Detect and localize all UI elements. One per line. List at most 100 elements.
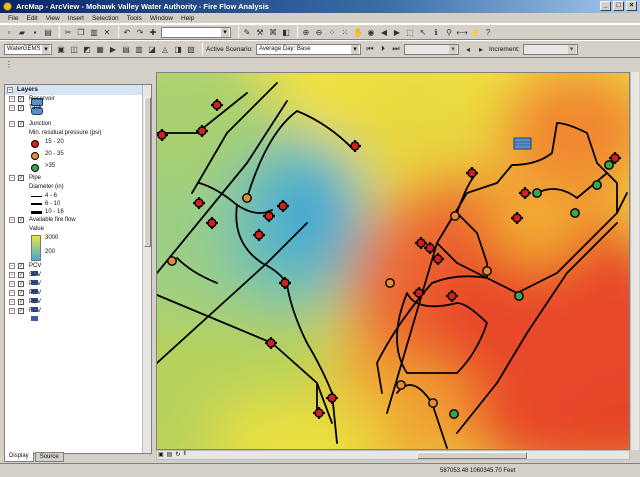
arctoolbox-icon[interactable]: ⚒ [255, 27, 265, 37]
collapse-icon[interactable]: − [9, 217, 15, 223]
profile-icon[interactable]: ◬ [160, 44, 170, 54]
toc-item-tank[interactable]: − ✓ Tank [5, 104, 151, 120]
hyperlink-icon[interactable]: ⚡ [470, 27, 480, 37]
drag-handle-icon[interactable]: ⋮ [4, 59, 14, 69]
redo-icon[interactable]: ↷ [135, 27, 145, 37]
add-data-icon[interactable]: ✚ [148, 27, 158, 37]
toc-item-available-fire-flow[interactable]: − ✓ Available fire flow [5, 216, 151, 225]
play-icon[interactable]: ⏵ [378, 44, 388, 54]
fixed-zoom-out-icon[interactable]: ⁙ [340, 27, 350, 37]
alternatives-icon[interactable]: ◩ [82, 44, 92, 54]
new-document-icon[interactable]: ▫ [4, 27, 14, 37]
collapse-icon[interactable]: − [9, 175, 15, 181]
flextables-icon[interactable]: ▥ [134, 44, 144, 54]
model-builder-icon[interactable]: ◧ [281, 27, 291, 37]
junction-node[interactable] [428, 398, 438, 408]
layer-visibility-checkbox[interactable]: ✓ [18, 290, 24, 296]
layer-visibility-checkbox[interactable]: ✓ [18, 299, 24, 305]
toc-item-prv[interactable]: − ✓ PRV [5, 289, 151, 303]
menu-tools[interactable]: Tools [123, 13, 146, 24]
junction-node[interactable] [592, 180, 602, 190]
toc-item-fcv[interactable]: − ✓ FCV [5, 307, 151, 321]
step-back-icon[interactable]: ◂ [463, 44, 473, 54]
collapse-icon[interactable]: − [9, 272, 15, 278]
watergems-properties-icon[interactable]: ▣ [56, 44, 66, 54]
toc-item-reservoir[interactable]: − ✓ Reservoir [5, 95, 151, 106]
cut-icon[interactable]: ✂ [63, 27, 73, 37]
map-display[interactable] [156, 72, 630, 450]
data-view-icon[interactable]: ▣ [158, 451, 164, 458]
identify-icon[interactable]: ℹ [431, 27, 441, 37]
layer-visibility-checkbox[interactable]: ✓ [18, 263, 24, 269]
junction-node[interactable] [385, 278, 395, 288]
measure-icon[interactable]: ⟷ [456, 27, 467, 37]
next-extent-icon[interactable]: ▶ [392, 27, 402, 37]
timestep-combo[interactable] [403, 43, 459, 55]
collapse-icon[interactable]: − [9, 281, 15, 287]
watergems-menu[interactable]: WaterGEMS [4, 43, 52, 55]
step-forward-icon[interactable]: ▸ [476, 44, 486, 54]
layer-visibility-checkbox[interactable]: ✓ [18, 272, 24, 278]
junction-node[interactable] [396, 380, 406, 390]
open-folder-icon[interactable]: ▰ [17, 27, 27, 37]
find-icon[interactable]: ⚲ [444, 27, 454, 37]
junction-node[interactable] [449, 409, 459, 419]
active-scenario-combo[interactable]: Average Day: Base [255, 43, 361, 55]
maximize-button[interactable]: □ [613, 1, 624, 11]
toc-item-psv[interactable]: − ✓ PSV [5, 280, 151, 294]
fire-flow-map[interactable] [157, 73, 630, 450]
refresh-icon[interactable]: ↻ [175, 451, 180, 458]
map-scale-combo[interactable] [161, 26, 231, 38]
graph-icon[interactable]: ◪ [147, 44, 157, 54]
tab-source[interactable]: Source [34, 452, 64, 462]
paste-icon[interactable]: ▥ [89, 27, 99, 37]
toc-root-layers[interactable]: − Layers [5, 85, 151, 95]
junction-node[interactable] [604, 160, 614, 170]
layer-visibility-checkbox[interactable]: ✓ [18, 121, 24, 127]
menu-file[interactable]: File [4, 13, 22, 24]
copy-icon[interactable]: ❐ [76, 27, 86, 37]
close-button[interactable]: × [626, 1, 637, 11]
layer-visibility-checkbox[interactable]: ✓ [18, 175, 24, 181]
layer-visibility-checkbox[interactable]: ✓ [18, 217, 24, 223]
map-horizontal-scrollbar[interactable] [156, 450, 630, 460]
color-coding-icon[interactable]: ◨ [173, 44, 183, 54]
last-timestep-icon[interactable]: ⏭ [391, 44, 401, 54]
menu-edit[interactable]: Edit [22, 13, 41, 24]
scenario-icon[interactable]: ◫ [69, 44, 79, 54]
first-timestep-icon[interactable]: ⏮ [365, 44, 375, 54]
layout-view-icon[interactable]: ▤ [167, 451, 173, 458]
junction-node[interactable] [514, 291, 524, 301]
command-line-icon[interactable]: ⌘ [268, 27, 278, 37]
help-icon[interactable]: ? [483, 27, 493, 37]
increment-combo[interactable] [522, 43, 578, 55]
full-extent-icon[interactable]: ◉ [366, 27, 376, 37]
annotation-icon[interactable]: ▧ [186, 44, 196, 54]
editor-toolbar-icon[interactable]: ✎ [242, 27, 252, 37]
collapse-icon[interactable]: − [9, 105, 15, 111]
select-elements-icon[interactable]: ↖ [418, 27, 428, 37]
toc-item-pcv[interactable]: − ✓ PCV [5, 262, 151, 276]
toc-item-junction[interactable]: − ✓ Junction [5, 120, 151, 129]
layer-visibility-checkbox[interactable]: ✓ [18, 105, 24, 111]
menu-help[interactable]: Help [177, 13, 198, 24]
layer-visibility-checkbox[interactable]: ✓ [18, 281, 24, 287]
collapse-icon[interactable]: − [9, 263, 15, 269]
junction-node[interactable] [167, 256, 177, 266]
pan-icon[interactable]: ✋ [353, 27, 363, 37]
toc-scroll-thumb[interactable] [144, 97, 151, 247]
toc-scrollbar[interactable] [142, 85, 151, 453]
collapse-icon[interactable]: − [7, 87, 13, 93]
collapse-icon[interactable]: − [9, 121, 15, 127]
fixed-zoom-in-icon[interactable]: ⁘ [327, 27, 337, 37]
junction-node[interactable] [242, 193, 252, 203]
undo-icon[interactable]: ↶ [122, 27, 132, 37]
map-scroll-thumb[interactable] [417, 452, 527, 459]
collapse-icon[interactable]: − [9, 290, 15, 296]
junction-node[interactable] [482, 266, 492, 276]
zoom-out-icon[interactable]: ⊖ [314, 27, 324, 37]
select-features-icon[interactable]: ⬚ [405, 27, 415, 37]
collapse-icon[interactable]: − [9, 299, 15, 305]
previous-extent-icon[interactable]: ◀ [379, 27, 389, 37]
map-vertical-scrollbar[interactable] [630, 72, 639, 450]
